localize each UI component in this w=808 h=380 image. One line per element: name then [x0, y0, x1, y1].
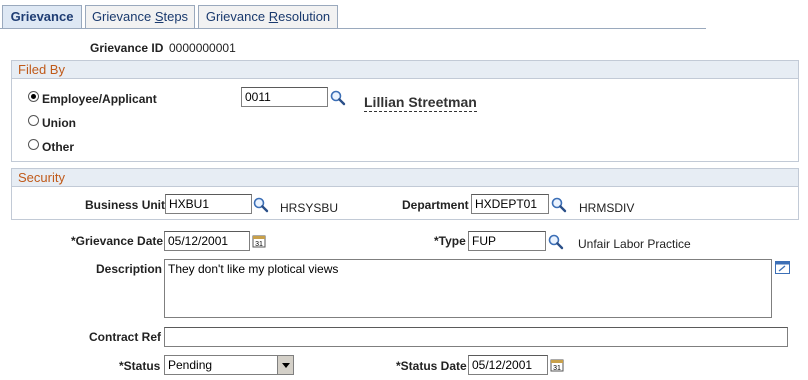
status-date-input[interactable] [468, 355, 548, 375]
type-label: *Type [434, 234, 466, 248]
search-icon[interactable] [330, 90, 346, 106]
security-group: Security [11, 168, 799, 220]
svg-text:31: 31 [255, 241, 263, 248]
department-label: Department [402, 198, 469, 212]
department-desc: HRMSDIV [579, 201, 635, 215]
business-unit-label: Business Unit [85, 198, 166, 212]
calendar-icon[interactable]: 31 [252, 234, 266, 248]
department-input[interactable] [471, 194, 549, 214]
grievance-date-label: *Grievance Date [71, 234, 164, 248]
type-input[interactable] [468, 231, 546, 251]
status-select[interactable]: Pending [164, 355, 294, 375]
description-label: Description [96, 262, 163, 276]
grievance-date-input[interactable] [164, 231, 250, 251]
tab-grievance-resolution-label: Grievance Resolution [205, 9, 331, 24]
type-search-icon[interactable] [548, 234, 564, 250]
tab-grievance-label: Grievance [10, 9, 74, 24]
radio-employee-applicant[interactable] [28, 91, 39, 102]
status-date-label: *Status Date [396, 359, 467, 373]
grievance-id-label: Grievance ID [90, 41, 164, 55]
business-unit-search-icon[interactable] [253, 197, 269, 213]
business-unit-desc: HRSYSBU [280, 201, 339, 215]
description-textarea[interactable]: They don't like my plotical views [164, 259, 772, 318]
tab-grievance-resolution[interactable]: Grievance Resolution [198, 5, 338, 28]
security-title: Security [12, 169, 798, 187]
radio-other[interactable] [28, 139, 39, 150]
svg-text:31: 31 [553, 365, 561, 372]
contract-ref-label: Contract Ref [89, 330, 162, 344]
union-label: Union [42, 116, 76, 130]
department-search-icon[interactable] [551, 197, 567, 213]
status-label: *Status [119, 359, 161, 373]
description-text: They don't like my plotical views [168, 262, 339, 276]
grievance-id-value: 0000000001 [169, 41, 236, 55]
radio-union[interactable] [28, 115, 39, 126]
tab-grievance[interactable]: Grievance [2, 5, 82, 29]
employee-applicant-label: Employee/Applicant [42, 92, 157, 106]
type-desc: Unfair Labor Practice [578, 237, 691, 251]
expand-icon[interactable] [775, 261, 790, 274]
filed-by-name: Lillian Streetman [364, 94, 477, 112]
business-unit-input[interactable] [165, 194, 252, 214]
filed-by-title: Filed By [12, 61, 798, 79]
status-date-calendar-icon[interactable]: 31 [550, 358, 564, 372]
tab-grievance-steps[interactable]: Grievance Steps [85, 5, 195, 28]
chevron-down-icon[interactable] [277, 356, 293, 374]
contract-ref-input[interactable] [164, 327, 788, 347]
tab-grievance-steps-label: Grievance Steps [91, 9, 189, 24]
status-value: Pending [168, 358, 213, 372]
filed-by-id-input[interactable] [241, 87, 328, 107]
other-label: Other [42, 140, 75, 154]
tab-underline [0, 28, 706, 29]
